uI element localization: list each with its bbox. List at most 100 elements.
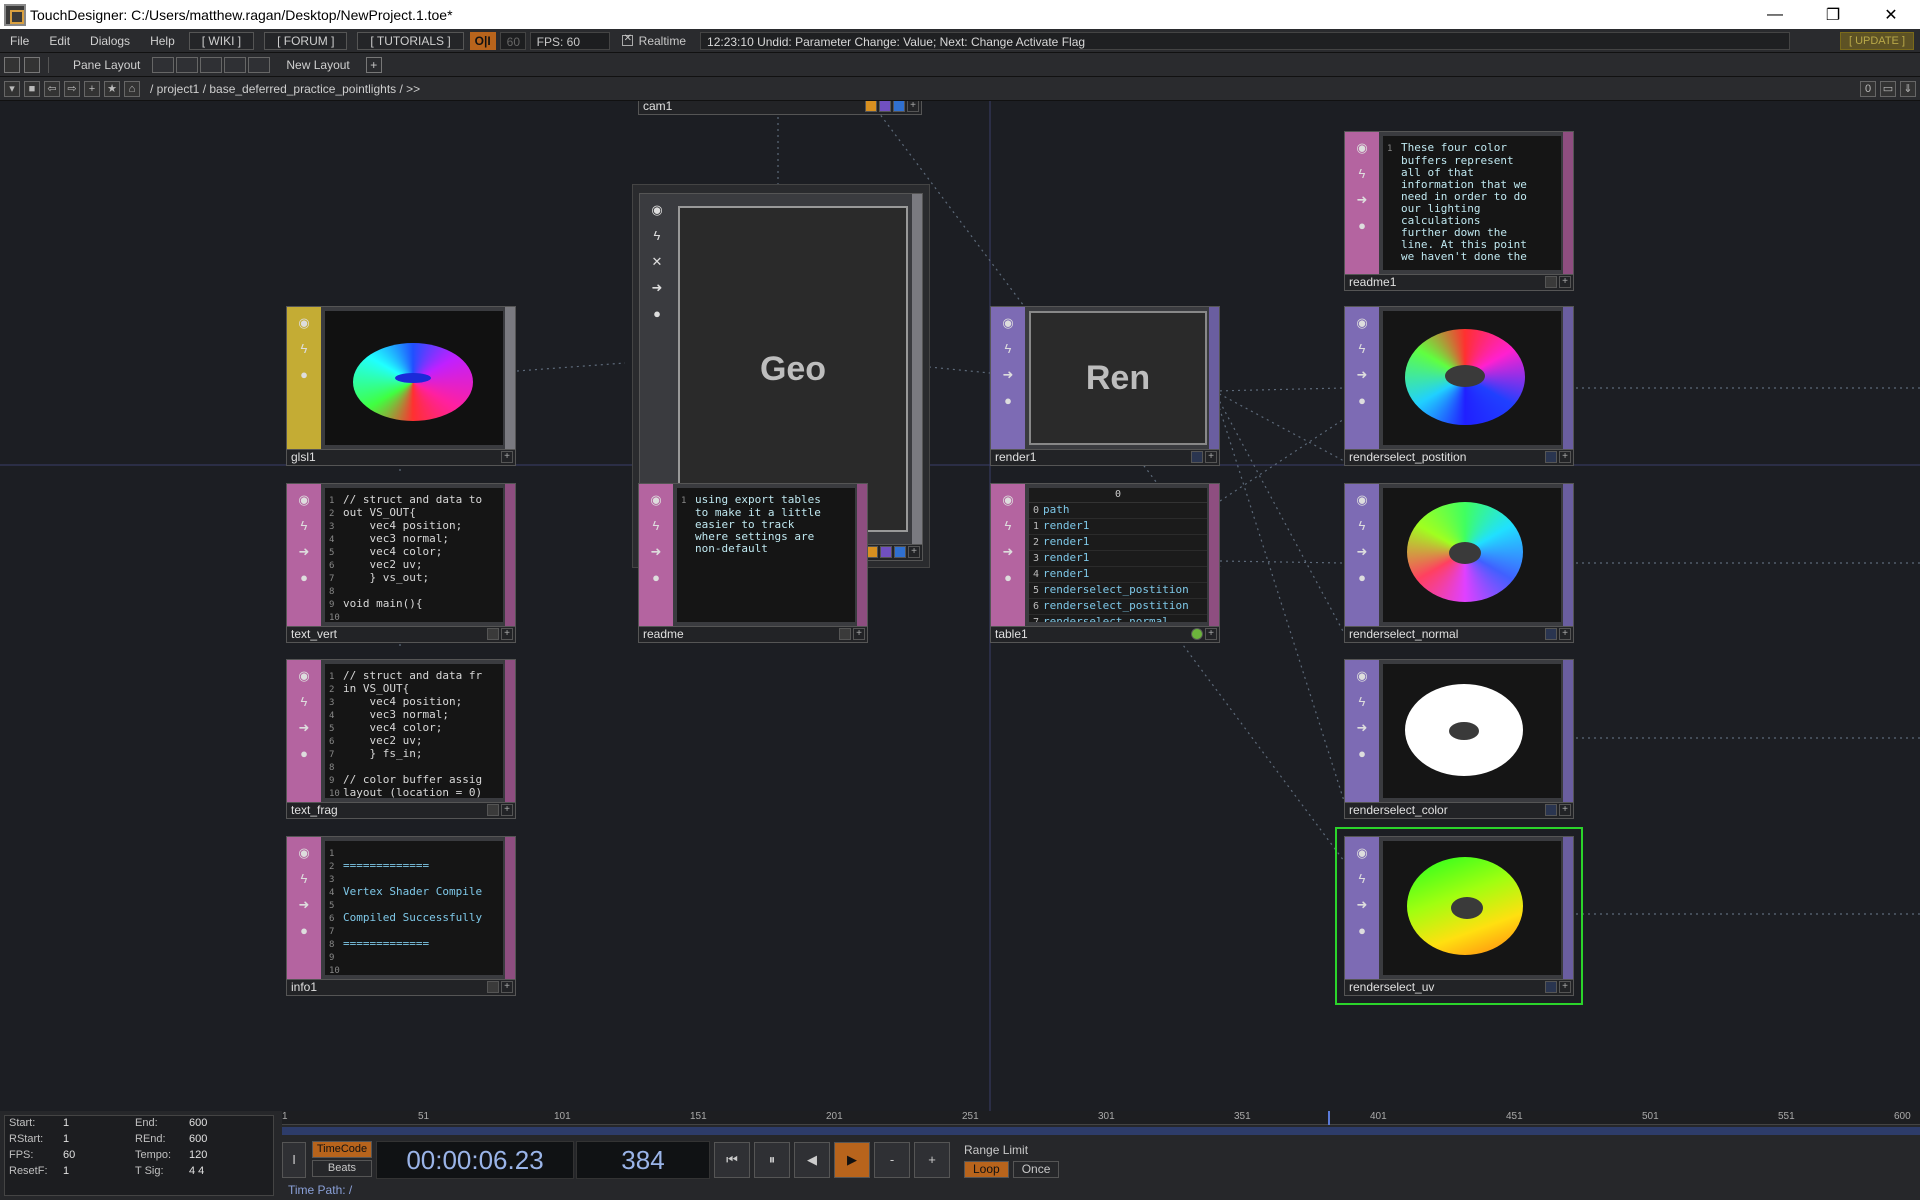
readme-name[interactable]: readme: [643, 627, 684, 641]
flag-viewer-icon[interactable]: [1545, 451, 1557, 463]
lock-icon[interactable]: ●: [294, 568, 314, 588]
operator-renderselect-color[interactable]: ◉ ϟ ➜ ● renderselect_color +: [1344, 659, 1574, 819]
layout-single-button[interactable]: [152, 56, 175, 73]
renderselect-normal-name[interactable]: renderselect_normal: [1349, 627, 1458, 641]
restore-button[interactable]: ❐: [1804, 0, 1862, 29]
maximize-pane-icon[interactable]: ▭: [1880, 81, 1896, 97]
step-plus-button[interactable]: +: [914, 1142, 950, 1178]
layout-split-h-button[interactable]: [200, 56, 223, 73]
render-icon[interactable]: ➜: [1352, 365, 1372, 385]
display-icon[interactable]: ✕: [647, 252, 667, 272]
operator-text-frag[interactable]: ◉ ϟ ➜ ● 1// struct and data fr 2 in VS_OU…: [286, 659, 516, 819]
flag-orange-icon[interactable]: [865, 101, 877, 112]
flag-plus-icon[interactable]: +: [501, 981, 513, 993]
renderselect-position-name[interactable]: renderselect_postition: [1349, 450, 1466, 464]
render-icon[interactable]: ➜: [647, 278, 667, 298]
frame-display[interactable]: 384: [576, 1141, 710, 1179]
bypass-icon[interactable]: ϟ: [294, 692, 314, 712]
flag-plus-icon[interactable]: +: [1559, 628, 1571, 640]
bookmark-star-icon[interactable]: ★: [104, 80, 120, 97]
readme1-name[interactable]: readme1: [1349, 275, 1396, 289]
flag-viewer-icon[interactable]: [1191, 451, 1203, 463]
lock-icon[interactable]: ●: [294, 365, 314, 385]
lock-icon[interactable]: ●: [294, 744, 314, 764]
render-icon[interactable]: ➜: [646, 542, 666, 562]
flag-viewer-icon[interactable]: [1545, 276, 1557, 288]
update-button[interactable]: [ UPDATE ]: [1839, 32, 1914, 50]
operator-text-vert[interactable]: ◉ ϟ ➜ ● 1// struct and data to 2 out VS_O…: [286, 483, 516, 643]
bypass-icon[interactable]: ϟ: [647, 226, 667, 246]
operator-glsl1[interactable]: ◉ ϟ ● glsl1 +: [286, 306, 516, 466]
beats-toggle[interactable]: Beats: [312, 1160, 372, 1177]
bypass-icon[interactable]: ϟ: [998, 516, 1018, 536]
forward-icon[interactable]: ⇨: [64, 80, 80, 97]
flag-viewer-icon[interactable]: [1545, 804, 1557, 816]
lock-icon[interactable]: ●: [647, 304, 667, 324]
flag-plus-icon[interactable]: +: [501, 628, 513, 640]
timecode-display[interactable]: 00:00:06.23: [376, 1141, 574, 1179]
flag-viewer-icon[interactable]: [839, 628, 851, 640]
flag-viewer-icon[interactable]: [487, 981, 499, 993]
bypass-icon[interactable]: ϟ: [1352, 692, 1372, 712]
once-toggle[interactable]: Once: [1012, 1160, 1060, 1178]
glsl1-name[interactable]: glsl1: [291, 450, 316, 464]
flag-plus-icon[interactable]: +: [501, 804, 513, 816]
lock-icon[interactable]: ●: [294, 921, 314, 941]
render1-name[interactable]: render1: [995, 450, 1036, 464]
home-icon[interactable]: ⌂: [124, 80, 140, 97]
lock-icon[interactable]: ●: [646, 568, 666, 588]
add-icon[interactable]: +: [84, 80, 100, 97]
renderselect-color-name[interactable]: renderselect_color: [1349, 803, 1448, 817]
info1-name[interactable]: info1: [291, 980, 317, 994]
time-ruler[interactable]: 1 51 101 151 201 251 301 351 401 451 501…: [282, 1111, 1920, 1125]
tempo-value[interactable]: 120: [189, 1149, 257, 1164]
flag-plus-icon[interactable]: +: [853, 628, 865, 640]
bypass-icon[interactable]: ϟ: [294, 339, 314, 359]
renderselect-uv-name[interactable]: renderselect_uv: [1349, 980, 1434, 994]
rewind-button[interactable]: ⏮: [714, 1142, 750, 1178]
operator-renderselect-position[interactable]: ◉ ϟ ➜ ● renderselect_postition +: [1344, 306, 1574, 466]
flag-viewer-icon[interactable]: [487, 628, 499, 640]
operator-renderselect-normal[interactable]: ◉ ϟ ➜ ● renderselect_normal +: [1344, 483, 1574, 643]
lock-icon[interactable]: ●: [1352, 568, 1372, 588]
viewer-toggle-icon[interactable]: ◉: [294, 843, 314, 863]
layout-four-button[interactable]: [248, 56, 271, 73]
flag-purple-icon[interactable]: [880, 546, 892, 558]
flag-plus-icon[interactable]: +: [1559, 804, 1571, 816]
network-editor[interactable]: cam1 + ◉ ϟ ● glsl1 + ◉ ϟ ✕ ➜ ● Geo + ◉ ϟ…: [0, 101, 1920, 1111]
flag-blue-icon[interactable]: [893, 101, 905, 112]
flag-plus-icon[interactable]: +: [1205, 628, 1217, 640]
operator-renderselect-uv[interactable]: ◉ ϟ ➜ ● renderselect_uv +: [1344, 836, 1574, 996]
playhead-cursor[interactable]: [1328, 1111, 1330, 1125]
text-frag-name[interactable]: text_frag: [291, 803, 338, 817]
operator-table1[interactable]: ◉ ϟ ➜ ● 0 0 path 1 render1 2 render1 3 rende…: [990, 483, 1220, 643]
pause-button[interactable]: ⏸: [754, 1142, 790, 1178]
menu-help[interactable]: Help: [140, 34, 185, 48]
pane-arrow-icon[interactable]: ⇓: [1900, 81, 1916, 97]
new-layout-add-button[interactable]: +: [365, 56, 382, 73]
render-icon[interactable]: ➜: [1352, 190, 1372, 210]
viewer-toggle-icon[interactable]: ◉: [1352, 313, 1372, 333]
back-icon[interactable]: ⇦: [44, 80, 60, 97]
bypass-icon[interactable]: ϟ: [294, 516, 314, 536]
operator-info1[interactable]: ◉ ϟ ➜ ● 1 2 ============= 3 4 Vertex Shade…: [286, 836, 516, 996]
range-stop-button[interactable]: I: [282, 1142, 306, 1178]
fps-value[interactable]: 60: [63, 1149, 131, 1164]
bypass-icon[interactable]: ϟ: [1352, 339, 1372, 359]
flag-purple-icon[interactable]: [879, 101, 891, 112]
bypass-icon[interactable]: ϟ: [998, 339, 1018, 359]
flag-plus-icon[interactable]: +: [908, 546, 920, 558]
flag-viewer-icon[interactable]: [1545, 981, 1557, 993]
pane-type-dropdown-icon[interactable]: ▾: [4, 80, 20, 97]
bypass-icon[interactable]: ϟ: [1352, 164, 1372, 184]
lock-icon[interactable]: ●: [998, 391, 1018, 411]
viewer-toggle-icon[interactable]: ◉: [1352, 490, 1372, 510]
lock-icon[interactable]: ●: [1352, 744, 1372, 764]
tutorials-button[interactable]: [ TUTORIALS ]: [357, 31, 464, 50]
lock-icon[interactable]: ●: [1352, 216, 1372, 236]
viewer-toggle-icon[interactable]: ◉: [1352, 666, 1372, 686]
pane-network-icon[interactable]: [24, 56, 40, 73]
step-minus-button[interactable]: -: [874, 1142, 910, 1178]
lock-icon[interactable]: ●: [998, 568, 1018, 588]
table1-name[interactable]: table1: [995, 627, 1028, 641]
